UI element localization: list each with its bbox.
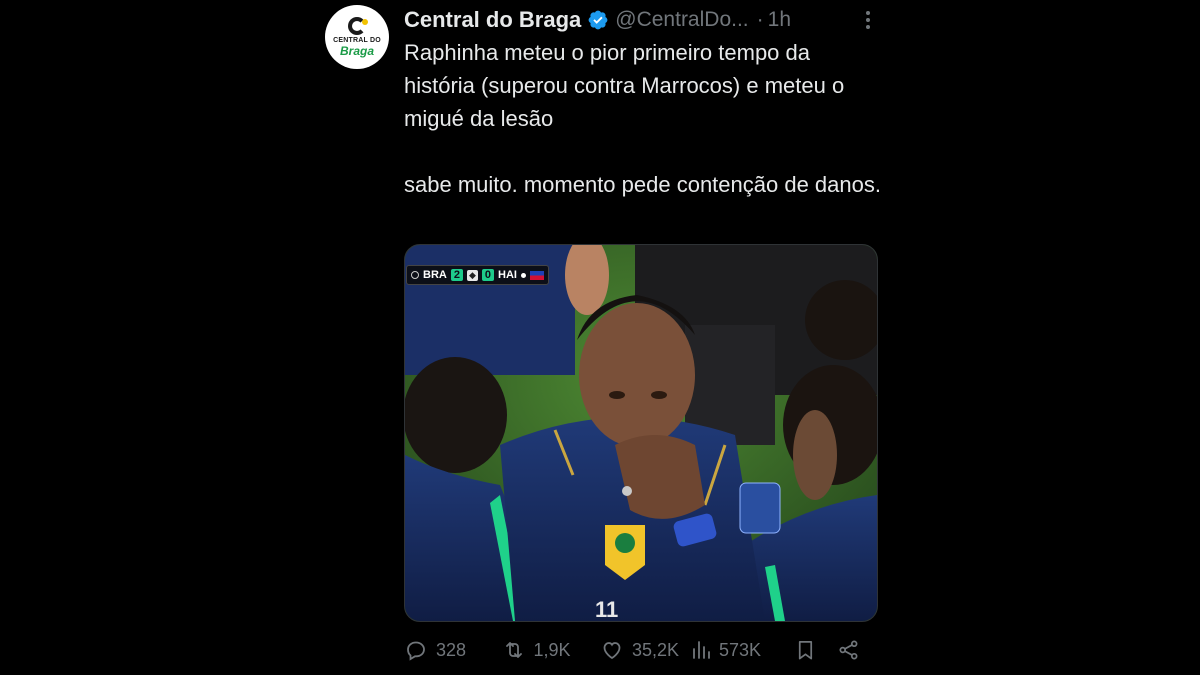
avatar[interactable]: CENTRAL DO Braga	[325, 5, 389, 69]
verified-badge-icon	[588, 10, 608, 30]
live-dot-icon	[520, 272, 526, 278]
heart-icon	[603, 642, 621, 660]
scorebug-away-team: HAI	[498, 269, 517, 281]
scorebug-away-score: 0	[481, 269, 495, 281]
display-name[interactable]: Central do Braga	[404, 7, 581, 33]
separator-dot: ·	[756, 8, 764, 31]
view-count: 573K	[718, 639, 761, 660]
reply-icon	[407, 641, 425, 661]
timestamp[interactable]: 1h	[768, 8, 791, 32]
avatar-text-line2: Braga	[339, 43, 374, 58]
svg-text:11: 11	[595, 597, 618, 621]
tweet-paragraph-2: sabe muito. momento pede contenção de da…	[404, 172, 881, 197]
scorebug: BRA 2 ◆ 0 HAI	[406, 265, 549, 285]
views-button[interactable]: 573K	[689, 638, 794, 662]
tweet-text: Raphinha meteu o pior primeiro tempo da …	[404, 36, 884, 201]
account-handle[interactable]: @CentralDo...	[615, 8, 748, 32]
share-icon[interactable]	[837, 638, 860, 662]
tournament-logo-icon: ◆	[466, 269, 478, 281]
tweet-media-image[interactable]: 11 BRA 2 ◆ 0 HAI	[404, 244, 878, 622]
tweet[interactable]: CENTRAL DO Braga Central do Braga @Centr…	[324, 0, 884, 675]
reply-count: 328	[436, 639, 467, 660]
retweet-icon	[505, 642, 522, 658]
tweet-actions: 328 1,9K 35,2K 573K	[404, 634, 880, 666]
views-chart-icon	[693, 641, 710, 659]
tweet-paragraph-1: Raphinha meteu o pior primeiro tempo da …	[404, 40, 845, 131]
bookmark-icon[interactable]	[794, 638, 817, 662]
haiti-flag-icon	[529, 270, 544, 280]
scorebug-home-team: BRA	[423, 269, 447, 281]
tweet-header: Central do Braga @CentralDo... · 1h	[404, 6, 884, 34]
like-count: 35,2K	[632, 639, 680, 660]
logo-icon	[348, 16, 368, 35]
retweet-button[interactable]: 1,9K	[502, 638, 600, 662]
retweet-count: 1,9K	[533, 639, 571, 660]
scorebug-home-score: 2	[450, 269, 463, 281]
scorebug-circle-icon	[411, 271, 419, 279]
reply-button[interactable]: 328	[404, 638, 502, 662]
photo-illustration: 11	[405, 245, 877, 621]
like-button[interactable]: 35,2K	[600, 638, 689, 662]
more-options-icon[interactable]	[860, 9, 876, 31]
